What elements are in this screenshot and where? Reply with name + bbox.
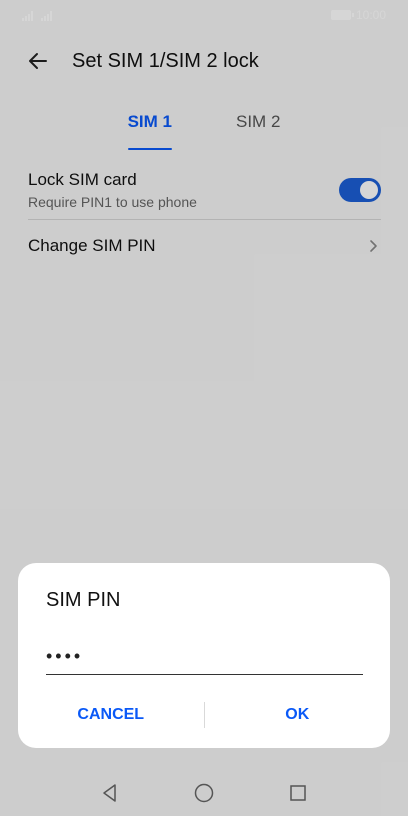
sim-pin-dialog: SIM PIN •••• CANCEL OK	[18, 563, 390, 748]
sim-pin-input[interactable]: ••••	[46, 639, 363, 675]
dialog-actions: CANCEL OK	[18, 697, 390, 733]
nav-home-icon[interactable]	[192, 781, 216, 805]
nav-back-icon[interactable]	[98, 781, 122, 805]
dialog-title: SIM PIN	[46, 589, 121, 611]
cancel-button[interactable]: CANCEL	[18, 706, 204, 724]
ok-button[interactable]: OK	[205, 706, 391, 724]
navigation-bar	[0, 770, 408, 816]
nav-recents-icon[interactable]	[286, 781, 310, 805]
